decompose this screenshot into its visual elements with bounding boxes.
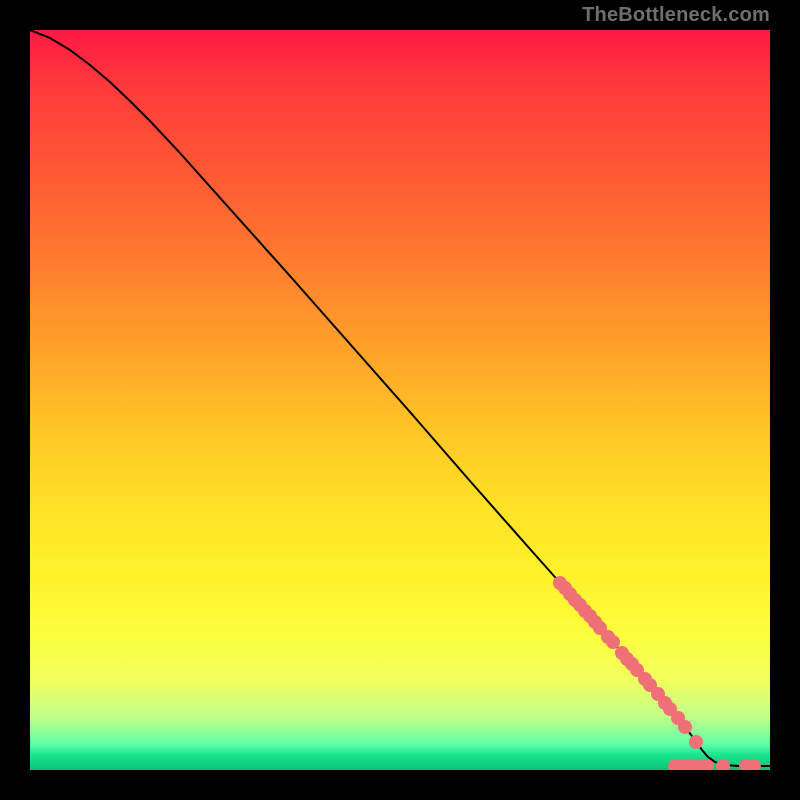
marker-dot <box>716 759 730 770</box>
marker-group <box>553 576 761 770</box>
marker-dot <box>678 720 692 734</box>
marker-dot <box>689 735 703 749</box>
chart-frame: TheBottleneck.com <box>0 0 800 800</box>
watermark-text: TheBottleneck.com <box>582 4 770 27</box>
curve-line <box>30 30 770 766</box>
plot-area <box>30 30 770 770</box>
marker-dot <box>606 635 620 649</box>
chart-overlay <box>30 30 770 770</box>
